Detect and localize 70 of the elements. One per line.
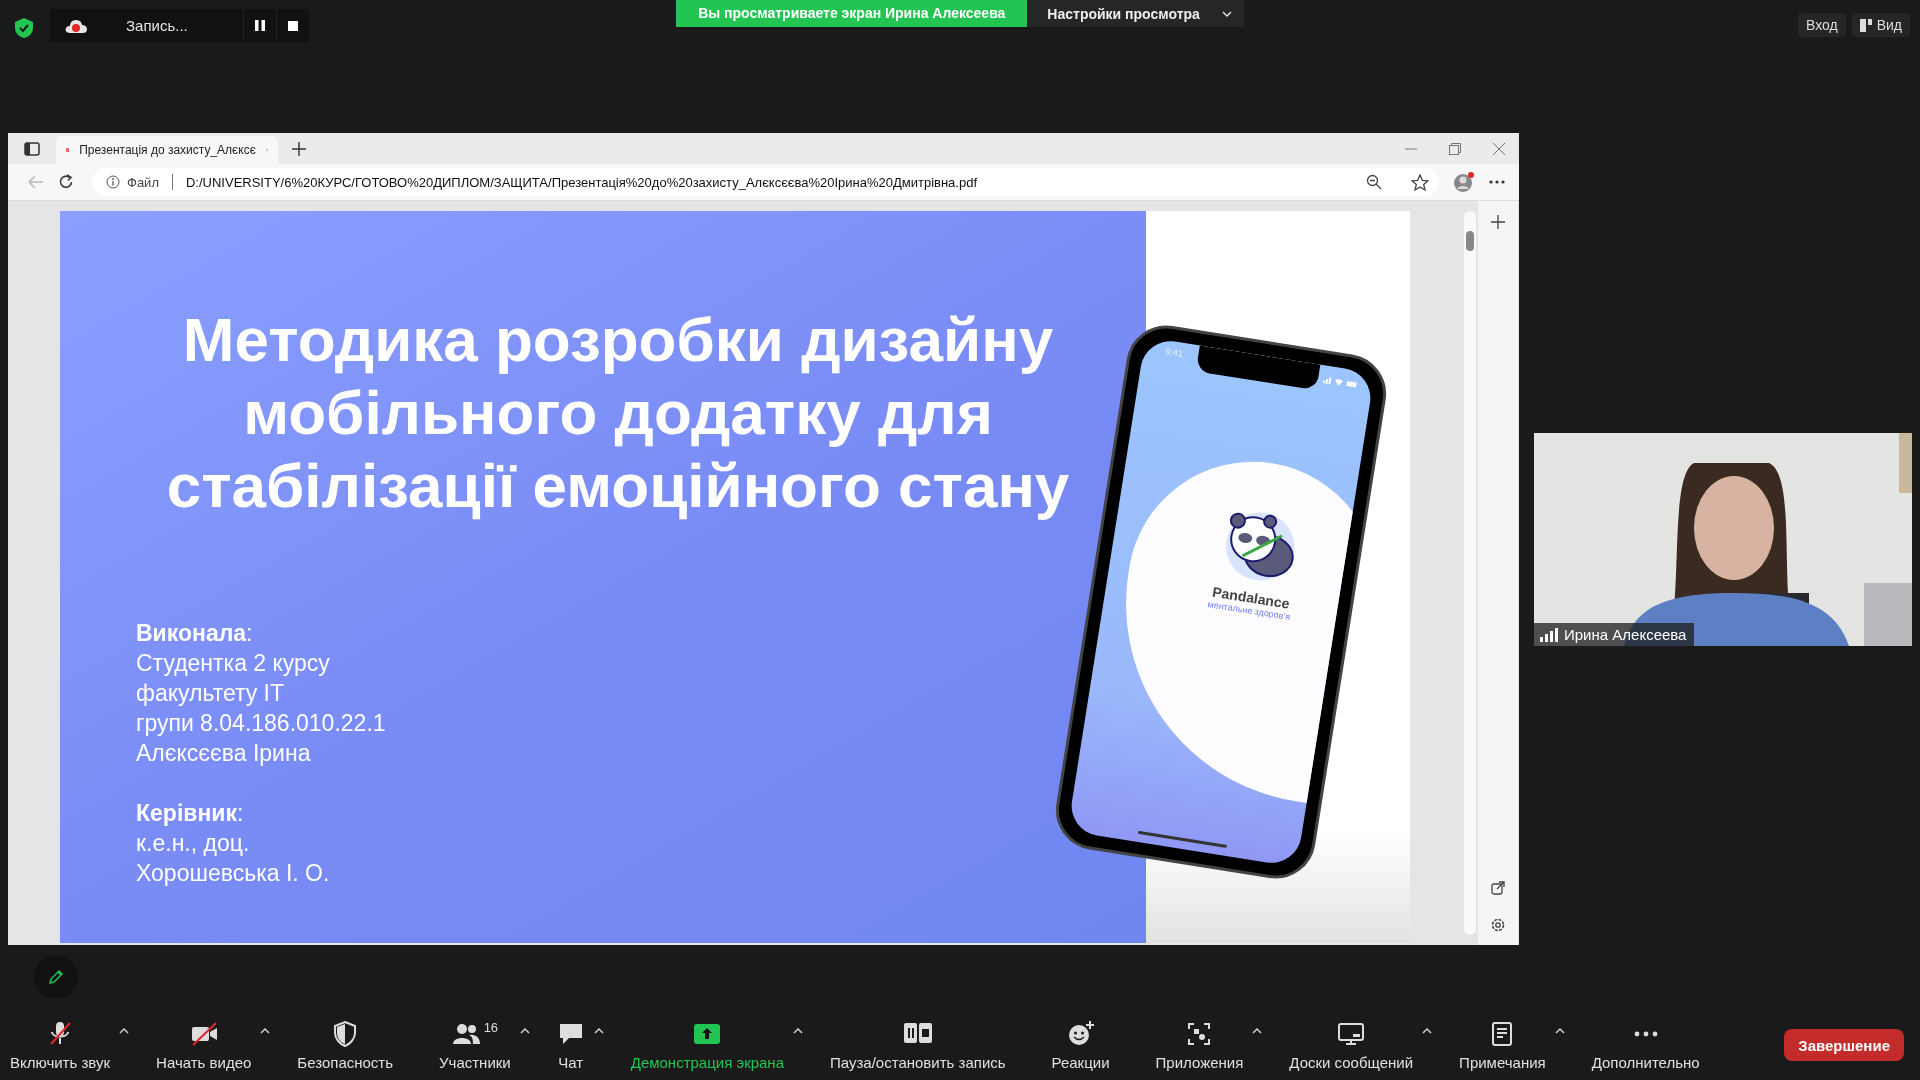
phone-time: 9:41 [1164,346,1184,359]
info-text: Студентка 2 курсу [136,649,331,678]
info-text: факультету IT [136,679,286,708]
info-text: к.е.н., доц. [136,829,251,858]
tab-title: Презентація до захисту_Алєксє [79,143,256,157]
toolbar-button[interactable]: Приложения [1155,1019,1244,1071]
reload-icon[interactable] [58,174,74,190]
toolbar-button[interactable]: Начать видео [156,1019,252,1071]
info-text: Хорошевська І. О. [136,859,331,888]
label-text: Керівник: [136,799,245,828]
star-icon[interactable] [1411,173,1429,191]
zoom-out-icon[interactable] [1366,174,1382,190]
sidebar-icon[interactable] [24,141,40,156]
toolbar-button[interactable]: Дополнительно [1591,1019,1700,1071]
view-button[interactable]: Вид [1851,13,1910,37]
recording-label: Запись... [125,17,189,34]
toolbar-button[interactable]: Включить звук [10,1019,111,1071]
address-field[interactable]: Файл D:/UNIVERSITY/6%20КУРС/ГОТОВО%20ДИПЛОМ/ЗАЩИТА/Презентація%20до%20захисту_Алєксєєва%20Ірина%20Дмитрівна.pdf [92,168,1439,196]
toolbar-button[interactable]: Демонстрация экрана [630,1019,784,1071]
more-icon [1633,1030,1658,1037]
toolbar-button[interactable]: 16 Участники [439,1019,511,1071]
info-text: Алєксєєва Ірина [136,739,312,768]
caret-icon [260,1027,271,1034]
info-text: групи 8.04.186.010.22.1 [136,709,387,738]
close-icon[interactable] [1493,142,1505,155]
view-options-dropdown[interactable]: Настройки просмотра [1027,0,1244,27]
participant-count: 16 [483,1019,499,1035]
label-text: Виконала: [136,619,254,648]
caret-icon [1554,1027,1565,1034]
toolbar-button[interactable]: Примечания [1459,1019,1546,1071]
external-link-icon[interactable] [1491,881,1505,895]
slide-title: Методика розробки дизайну мобільного додатку для стабілізації емоційного стану [165,304,1071,522]
plus-icon[interactable] [292,141,306,156]
participant-name: Ирина Алексеева [1564,626,1687,643]
annotate-button[interactable] [34,955,78,999]
toolbar-button[interactable]: Доски сообщений [1289,1019,1414,1071]
scroll-thumb[interactable] [1466,231,1474,251]
url-text: D:/UNIVERSITY/6%20КУРС/ГОТОВО%20ДИПЛОМ/ЗАЩИТА/Презентація%20до%20захисту_Алєксєєва%20Ірина%20Дмитрівна.pdf [185,174,979,190]
caret-icon [1252,1027,1263,1034]
camera-icon [189,1019,218,1048]
plus-icon[interactable] [1491,215,1505,229]
caret-icon [593,1027,604,1034]
more-icon[interactable] [1489,180,1505,184]
info-icon [106,175,120,189]
stop-icon [288,20,298,31]
caret-icon [119,1027,130,1034]
site-info-label: Файл [127,174,159,190]
scrollbar[interactable] [1464,211,1476,935]
pause-icon [255,20,265,31]
shield-icon [14,16,34,39]
caret-icon [793,1027,803,1034]
toolbar-button[interactable]: Безопасность [297,1019,394,1071]
status-icons-icon [1322,375,1358,389]
toolbar-button[interactable]: Пауза/остановить запись [830,1019,1006,1071]
profile-icon[interactable] [1453,171,1475,193]
sign-in-button[interactable]: Вход [1798,13,1846,37]
signal-icon [1540,627,1558,642]
layout-icon [1859,18,1872,32]
toolbar-button[interactable]: Чат [556,1019,585,1071]
caret-icon [519,1027,530,1034]
caret-icon [1422,1027,1433,1034]
restore-icon[interactable] [1449,142,1461,155]
settings-icon[interactable] [1490,917,1506,933]
share-banner: Вы просматриваете экран Ирина Алексеева [676,0,1028,27]
chevron-icon [1221,10,1232,17]
pencil-icon [47,968,65,986]
toolbar-button[interactable]: Реакции [1051,1019,1110,1071]
browser-tab[interactable]: Презентація до захисту_Алєксє [56,136,278,164]
emoji-icon [1066,1019,1095,1048]
end-button[interactable]: Завершение [1784,1029,1904,1061]
